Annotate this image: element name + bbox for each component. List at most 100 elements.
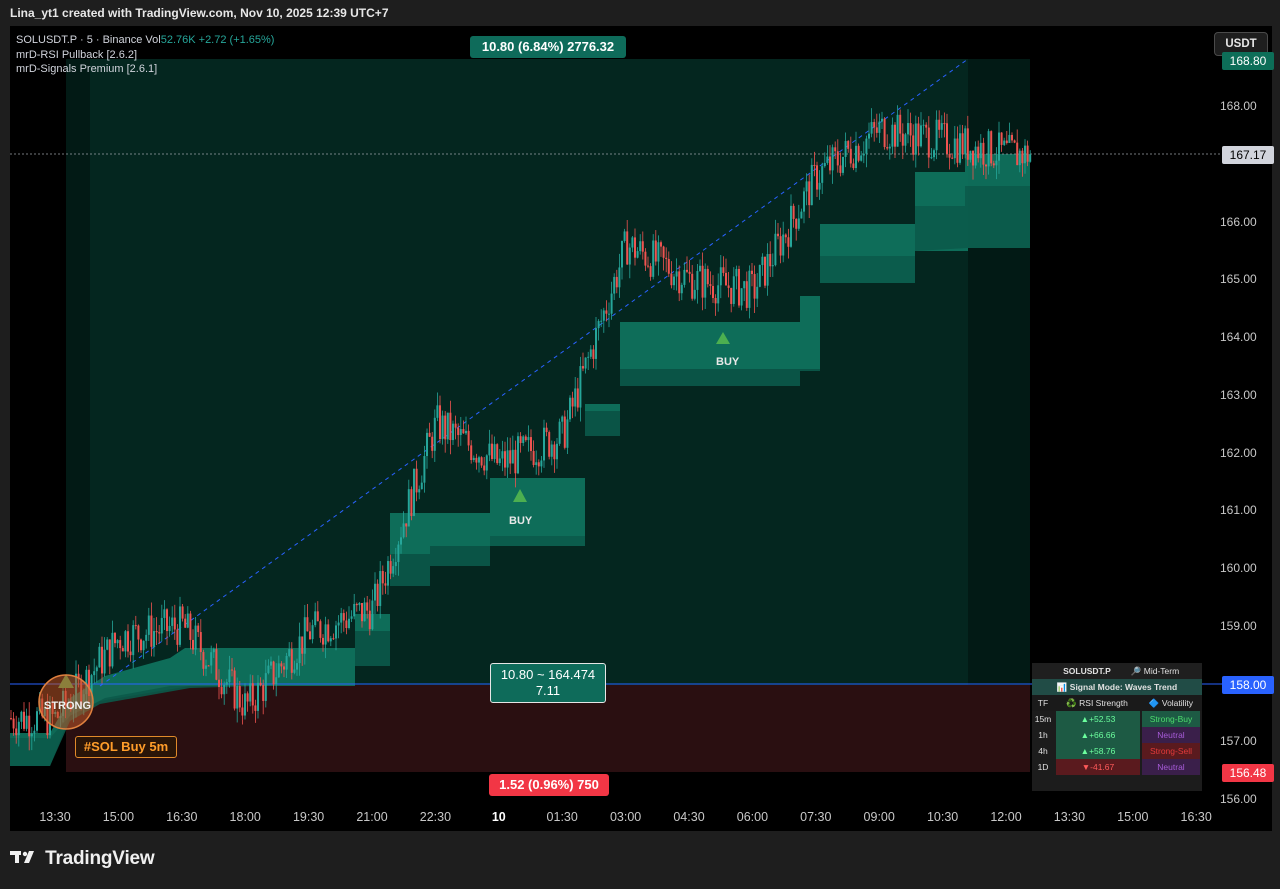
candle-body	[132, 625, 135, 656]
time-axis-label: 03:00	[610, 810, 641, 824]
tradingview-logo[interactable]: TradingView	[10, 848, 155, 870]
candle-body	[142, 640, 145, 651]
candle-body	[150, 615, 153, 647]
candle-body	[751, 270, 753, 275]
candle-body	[857, 145, 860, 161]
candle-body	[756, 286, 759, 299]
candle-body	[667, 258, 670, 274]
indicator-signals-premium[interactable]: mrD-Signals Premium [2.6.1]	[16, 62, 274, 77]
candle-body	[548, 432, 551, 457]
time-axis-label: 22:30	[420, 810, 451, 824]
candle-body	[215, 649, 218, 680]
candle-body	[376, 583, 379, 606]
candle-body	[797, 218, 800, 229]
candle-body	[553, 444, 556, 460]
candle-body	[264, 673, 267, 701]
candle-body	[116, 640, 119, 644]
candle-body	[1011, 134, 1013, 141]
candle-body	[93, 671, 96, 676]
candle-body	[771, 265, 774, 267]
candle-body	[179, 606, 181, 645]
candle-body	[657, 242, 660, 262]
signal-row-15m: 15m ▲+52.53 Strong-Buy	[1032, 711, 1202, 727]
candle-body	[790, 205, 792, 247]
candle-body	[626, 231, 629, 265]
candle-body	[886, 147, 889, 149]
candle-body	[995, 160, 998, 166]
symbol-line[interactable]: SOLUSDT.P · 5 · Binance Vol52.76K +2.72 …	[16, 33, 274, 48]
candle-body	[706, 268, 709, 285]
candle-body	[397, 544, 400, 563]
candle-body	[506, 450, 509, 468]
candle-body	[636, 251, 639, 258]
candle-body	[394, 562, 397, 567]
time-axis-label: 16:30	[166, 810, 197, 824]
price-axis-tick: 161.00	[1220, 503, 1257, 518]
time-axis[interactable]: 13:30 15:00 16:30 18:00 19:30 21:00 22:30 10 01:…	[39, 810, 1212, 824]
candle-body	[428, 432, 431, 437]
candle-body	[345, 620, 348, 629]
candle-body	[517, 436, 519, 474]
candle-body	[137, 625, 140, 640]
candle-body	[644, 251, 647, 266]
candle-body	[610, 293, 613, 314]
indicator-rsi-pullback[interactable]: mrD-RSI Pullback [2.6.2]	[16, 48, 274, 63]
candle-body	[597, 321, 600, 329]
chart-legend[interactable]: SOLUSDT.P · 5 · Binance Vol52.76K +2.72 …	[16, 33, 274, 77]
candle-body	[556, 443, 558, 460]
candle-body	[584, 357, 587, 369]
candle-body	[17, 721, 20, 736]
candle-body	[30, 733, 33, 737]
candle-body	[574, 388, 577, 407]
candle-body	[400, 537, 402, 545]
candle-body	[641, 241, 644, 252]
candle-body	[836, 151, 839, 166]
candle-body	[800, 211, 803, 219]
candle-body	[628, 247, 631, 265]
tf-cell: 15m	[1034, 714, 1052, 724]
position-mid-line1: 10.80 ~ 164.474	[500, 667, 596, 682]
candle-body	[665, 257, 668, 259]
rsi-cell: ▲+66.66	[1056, 727, 1140, 743]
tf-cell: 4h	[1038, 746, 1048, 756]
candle-body	[197, 625, 200, 633]
candle-body	[319, 621, 322, 638]
candle-body	[491, 443, 493, 460]
candle-body	[730, 287, 733, 304]
candle-body	[119, 640, 122, 649]
candle-body	[912, 135, 915, 155]
volatility-cell: Strong-Buy	[1142, 711, 1200, 727]
candle-body	[95, 667, 98, 672]
candle-body	[212, 649, 215, 653]
candle-body	[907, 123, 909, 135]
candle-body	[561, 416, 564, 422]
candle-body	[1021, 150, 1024, 164]
candle-body	[709, 284, 712, 286]
rsi-cell: ▲+52.53	[1056, 711, 1140, 727]
candle-body	[454, 423, 457, 428]
candle-body	[470, 445, 473, 461]
candle-body	[465, 430, 467, 434]
candle-body	[452, 423, 454, 441]
price-axis-tick: 159.00	[1220, 618, 1257, 633]
candle-body	[569, 397, 571, 420]
candle-body	[920, 125, 922, 147]
candle-body	[233, 670, 236, 709]
candle-body	[717, 285, 720, 304]
candle-body	[511, 449, 514, 464]
candle-body	[675, 271, 678, 277]
candle-body	[358, 602, 361, 606]
tradingview-logo-icon	[10, 851, 34, 863]
candle-body	[634, 237, 636, 258]
candle-body	[498, 458, 501, 464]
candle-body	[225, 682, 228, 685]
candle-body	[194, 625, 197, 650]
candle-body	[670, 273, 673, 286]
candle-body	[1026, 145, 1029, 162]
candle-body	[1016, 142, 1019, 166]
candle-body	[415, 468, 418, 493]
candle-body	[298, 636, 301, 664]
candle-body	[948, 153, 951, 158]
candle-body	[813, 164, 816, 166]
candle-body	[121, 648, 124, 652]
